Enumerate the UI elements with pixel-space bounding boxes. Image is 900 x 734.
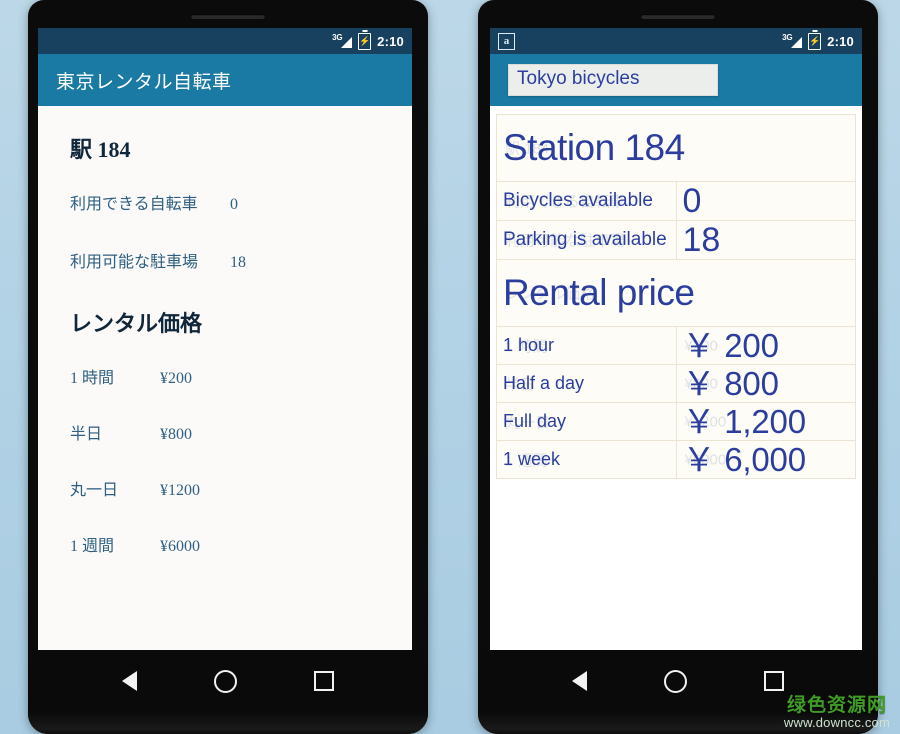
info-row-label: 利用可能な駐車場 — [70, 254, 199, 271]
translated-price-value: ￥ 200 — [682, 327, 779, 364]
price-value-cell: ¥800 ￥ 800 — [675, 364, 856, 403]
info-row-label: 利用できる自転車 — [70, 196, 198, 213]
table-row-full-day: 丸一日 Full day ¥1200 ￥ 1,200 — [496, 402, 856, 441]
table-row-half-day: 半日 Half a day ¥800 ￥ 800 — [496, 364, 856, 403]
price-value-cell: ¥6000 ￥ 6,000 — [675, 440, 856, 479]
info-label-cell: 利用可能な駐車場 Parking is available — [496, 220, 677, 260]
price-row-label: 丸一日 — [70, 482, 119, 499]
info-label-cell: 利用できる自転車 Bicycles available — [496, 181, 677, 221]
price-label-cell: 1 週間 1 week — [496, 440, 677, 479]
recents-square-icon[interactable] — [313, 671, 334, 691]
translated-info-label: Bicycles available — [503, 189, 653, 211]
table-row-1-hour: 1 時間 1 hour ¥200 ￥ 200 — [496, 326, 856, 365]
battery-charging-icon: ⚡ — [808, 32, 822, 50]
page-content-left: 駅 184 利用できる自転車 0 利用可能な駐車場 18 レンタル価格 1 時間… — [38, 106, 412, 650]
back-triangle-icon[interactable] — [572, 671, 588, 691]
price-row-value: ¥800 — [160, 426, 192, 443]
price-row-1-hour: 1 時間 ¥200 — [70, 364, 380, 388]
watermark-url: www.downcc.com — [783, 715, 890, 731]
status-bar-right-icons: 3G ⚡ 2:10 — [332, 32, 404, 50]
table-row-parking: 利用可能な駐車場 Parking is available 18 — [496, 220, 856, 260]
info-row-bicycles: 利用できる自転車 0 — [70, 190, 380, 214]
translated-price-label: Full day — [503, 410, 567, 431]
phone-screen-left: 3G ⚡ 2:10 東京レンタル自転車 駅 184 利用できる自転車 0 利用可… — [38, 28, 412, 650]
translated-info-table: 駅 184 Station 184 利用できる自転車 Bicycles avai… — [496, 114, 856, 479]
translated-price-value: ￥ 6,000 — [682, 441, 807, 478]
app-bar-right: Tokyo bicycles — [490, 54, 862, 106]
info-value-cell: 0 — [675, 181, 856, 221]
price-value-cell: ¥200 ￥ 200 — [675, 326, 856, 365]
price-row-half-day: 半日 ¥800 — [70, 420, 380, 444]
phone-chin-left — [28, 712, 428, 734]
price-row-label: 1 週間 — [70, 538, 115, 555]
signal-bars-icon: 3G — [782, 33, 803, 49]
price-row-value: ¥1200 — [160, 482, 200, 499]
station-heading: 駅 184 — [70, 137, 131, 162]
translate-a-icon: a — [498, 32, 515, 50]
home-circle-icon[interactable] — [213, 669, 237, 693]
info-row-parking: 利用可能な駐車場 18 — [70, 248, 380, 272]
page-content-right: 駅 184 Station 184 利用できる自転車 Bicycles avai… — [490, 106, 862, 650]
phone-screen-right: a 3G ⚡ 2:10 Tokyo bicycles 駅 184 Station… — [490, 28, 862, 650]
status-bar-right-icons: 3G ⚡ 2:10 — [782, 32, 854, 50]
station-heading-cell: 駅 184 Station 184 — [496, 114, 856, 182]
battery-charging-icon: ⚡ — [358, 32, 372, 50]
home-circle-icon[interactable] — [663, 669, 687, 693]
android-nav-bar-left — [28, 650, 428, 712]
price-label-cell: 丸一日 Full day — [496, 402, 677, 441]
info-row-value: 0 — [230, 196, 238, 213]
status-bar-clock: 2:10 — [827, 33, 854, 49]
back-triangle-icon[interactable] — [122, 671, 138, 691]
translated-app-title: Tokyo bicycles — [517, 68, 640, 90]
price-heading: レンタル価格 — [70, 311, 203, 336]
signal-triangle — [791, 36, 803, 48]
price-row-label: 半日 — [70, 426, 103, 443]
price-row-label: 1 時間 — [70, 370, 115, 387]
watermark-site-name: 绿色资源网 — [786, 695, 887, 717]
price-row-value: ¥6000 — [160, 538, 200, 555]
site-watermark: 绿色资源网 www.downcc.com — [784, 696, 890, 730]
translated-station-heading: Station 184 — [503, 126, 685, 168]
translated-price-label: 1 week — [503, 448, 561, 469]
price-row-full-day: 丸一日 ¥1200 — [70, 476, 380, 500]
price-heading-cell: レンタル価格 Rental price — [496, 259, 856, 327]
translated-info-label: Parking is available — [503, 228, 667, 250]
table-row-bicycles: 利用できる自転車 Bicycles available 0 — [496, 181, 856, 221]
translated-price-label: 1 hour — [503, 334, 555, 355]
translated-info-value: 0 — [682, 182, 702, 220]
info-row-value: 18 — [230, 254, 246, 271]
status-bar-notification-icons: a — [498, 32, 782, 50]
table-row-price-heading: レンタル価格 Rental price — [496, 259, 856, 327]
price-label-cell: 半日 Half a day — [496, 364, 677, 403]
table-row-1-week: 1 週間 1 week ¥6000 ￥ 6,000 — [496, 440, 856, 479]
phone-device-right: a 3G ⚡ 2:10 Tokyo bicycles 駅 184 Station… — [478, 0, 878, 734]
translated-price-label: Half a day — [503, 372, 585, 393]
translated-price-value: ￥ 1,200 — [682, 403, 807, 440]
charging-bolt: ⚡ — [809, 35, 821, 46]
price-row-1-week: 1 週間 ¥6000 — [70, 532, 380, 556]
price-label-cell: 1 時間 1 hour — [496, 326, 677, 365]
earpiece-speaker — [641, 14, 715, 19]
info-value-cell: 18 — [675, 220, 856, 260]
translated-info-value: 18 — [682, 221, 721, 259]
translated-price-value: ￥ 800 — [682, 365, 779, 402]
earpiece-speaker — [191, 14, 265, 19]
signal-bars-icon: 3G — [332, 33, 353, 49]
status-bar-left: 3G ⚡ 2:10 — [38, 28, 412, 54]
status-bar-right: a 3G ⚡ 2:10 — [490, 28, 862, 54]
status-bar-clock: 2:10 — [377, 33, 404, 49]
translation-overlay-title: Tokyo bicycles — [508, 64, 718, 96]
price-value-cell: ¥1200 ￥ 1,200 — [675, 402, 856, 441]
signal-triangle — [341, 36, 353, 48]
price-row-value: ¥200 — [160, 370, 192, 387]
phone-device-left: 3G ⚡ 2:10 東京レンタル自転車 駅 184 利用できる自転車 0 利用可… — [28, 0, 428, 734]
charging-bolt: ⚡ — [359, 35, 371, 46]
translated-price-heading: Rental price — [503, 271, 695, 313]
app-bar-title: 東京レンタル自転車 — [56, 71, 232, 93]
app-bar-left: 東京レンタル自転車 — [38, 54, 412, 106]
recents-square-icon[interactable] — [763, 671, 784, 691]
table-row-station: 駅 184 Station 184 — [496, 114, 856, 182]
